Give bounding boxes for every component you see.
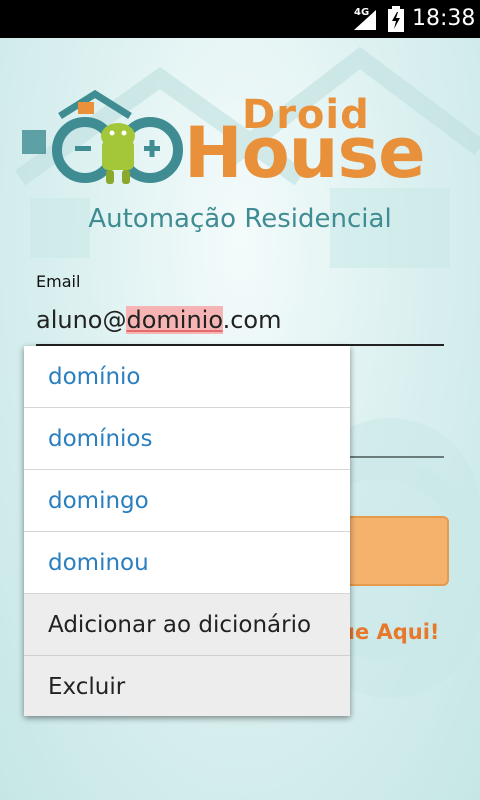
email-field[interactable]: aluno@dominio.com	[36, 306, 444, 346]
email-text-before: aluno@	[36, 306, 127, 334]
suggestion-item[interactable]: dominou	[24, 532, 350, 594]
suggestion-item[interactable]: domingo	[24, 470, 350, 532]
delete-button[interactable]: Excluir	[24, 656, 350, 716]
clock: 18:38	[412, 6, 476, 31]
login-button[interactable]	[334, 516, 449, 586]
logo-text-house: House	[184, 112, 426, 194]
register-link[interactable]: ue Aqui!	[340, 620, 440, 644]
suggestion-item[interactable]: domínio	[24, 346, 350, 408]
misspelled-word-highlight[interactable]: dominio	[126, 306, 223, 334]
add-to-dictionary-button[interactable]: Adicionar ao dicionário	[24, 594, 350, 656]
app-subtitle: Automação Residencial	[88, 204, 392, 234]
suggestion-item[interactable]: domínios	[24, 408, 350, 470]
spelling-suggestions-popup: domínio domínios domingo dominou Adicion…	[24, 346, 350, 716]
status-bar: 4G 18:38	[0, 0, 480, 38]
signal-icon	[354, 10, 376, 30]
password-field[interactable]	[350, 456, 444, 458]
battery-charging-icon	[388, 6, 404, 32]
email-text-after: .com	[222, 306, 282, 334]
email-label: Email	[36, 272, 81, 291]
